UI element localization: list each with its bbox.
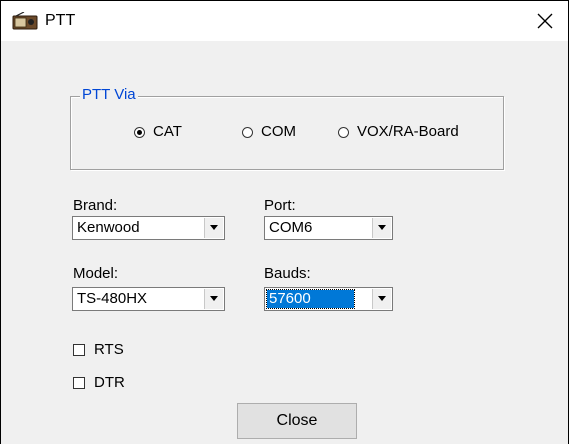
port-label: Port:: [264, 197, 296, 214]
checkbox-box[interactable]: [73, 377, 85, 389]
chevron-down-icon[interactable]: [372, 289, 391, 309]
radio-cat[interactable]: CAT: [134, 122, 182, 142]
chevron-down-icon[interactable]: [204, 289, 223, 309]
close-icon[interactable]: [522, 1, 568, 41]
model-label: Model:: [73, 265, 119, 282]
radio-label-com: COM: [261, 123, 296, 140]
radio-button-checked[interactable]: [134, 126, 145, 138]
bauds-label: Bauds:: [264, 265, 311, 282]
model-value: TS-480HX: [77, 290, 148, 307]
window-title: PTT: [45, 12, 76, 29]
brand-value: Kenwood: [77, 219, 140, 236]
close-button[interactable]: Close: [237, 403, 357, 439]
title-bar: PTT: [1, 1, 568, 41]
ptt-dialog: PTT PTT Via CAT COM VOX/RA-Board Brand: …: [0, 0, 569, 444]
radio-button[interactable]: [338, 126, 349, 138]
bauds-value: 57600: [266, 289, 355, 309]
chevron-down-icon[interactable]: [372, 218, 391, 238]
radio-button[interactable]: [242, 126, 253, 138]
radio-label-vox: VOX/RA-Board: [357, 123, 459, 140]
brand-label: Brand:: [73, 197, 118, 214]
checkbox-box[interactable]: [73, 344, 85, 356]
model-select[interactable]: TS-480HX: [72, 287, 225, 311]
chevron-down-icon[interactable]: [204, 218, 223, 238]
port-select[interactable]: COM6: [264, 216, 393, 240]
brand-select[interactable]: Kenwood: [72, 216, 225, 240]
dtr-checkbox[interactable]: DTR: [73, 373, 125, 393]
port-value: COM6: [269, 219, 313, 236]
radio-icon: [12, 11, 38, 30]
rts-checkbox[interactable]: RTS: [73, 340, 124, 360]
radio-vox[interactable]: VOX/RA-Board: [338, 122, 459, 142]
radio-label-cat: CAT: [153, 123, 182, 140]
dtr-label: DTR: [94, 374, 125, 391]
bauds-select[interactable]: 57600: [264, 287, 393, 311]
radio-com[interactable]: COM: [242, 122, 296, 142]
rts-label: RTS: [94, 341, 124, 358]
ptt-via-legend: PTT Via: [80, 86, 138, 104]
